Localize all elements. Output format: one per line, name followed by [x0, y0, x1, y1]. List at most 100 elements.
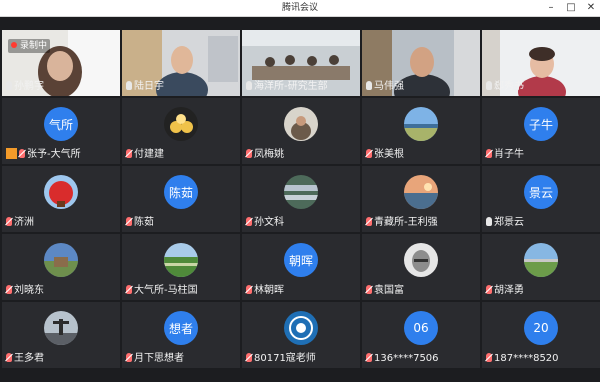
- participant-name: 青藏所-王利强: [366, 216, 438, 230]
- participant-tile[interactable]: 刘晓东: [2, 234, 120, 300]
- avatar: [284, 107, 318, 141]
- record-icon: [11, 42, 17, 48]
- minimize-icon[interactable]: –: [541, 0, 561, 16]
- avatar: [404, 107, 438, 141]
- mic-muted-icon: [366, 353, 372, 362]
- avatar: [44, 243, 78, 277]
- participant-name: 王多君: [6, 352, 44, 366]
- participant-name: 孙文科: [246, 216, 284, 230]
- avatar: [284, 311, 318, 345]
- participant-tile[interactable]: 孙文科: [242, 166, 360, 232]
- mic-muted-icon: [126, 217, 132, 226]
- mic-muted-icon: [126, 285, 132, 294]
- participant-tile[interactable]: 06 136****7506: [362, 302, 480, 368]
- mic-muted-icon: [246, 353, 252, 362]
- mic-icon: [486, 81, 492, 90]
- participant-tile[interactable]: 大气所-马柱国: [122, 234, 240, 300]
- participant-name: 海洋所-研究生部: [246, 80, 328, 94]
- participant-tile[interactable]: 付建建: [122, 98, 240, 164]
- window-title: 腾讯会议: [281, 3, 318, 13]
- participant-name: 林朝晖: [246, 284, 284, 298]
- mic-muted-icon: [126, 353, 132, 362]
- mic-muted-icon: [486, 149, 492, 158]
- recording-label: 录制中: [20, 41, 48, 51]
- participant-tile[interactable]: 录制中 孙鹏宇: [2, 30, 120, 96]
- participant-tile[interactable]: 袁国富: [362, 234, 480, 300]
- avatar: 想者: [164, 311, 198, 345]
- participant-grid: 录制中 孙鹏宇 陆日宇 海洋所-研究生部 马伟强 郄秀书 气所 张予-大气所 付…: [0, 30, 600, 370]
- avatar: 06: [404, 311, 438, 345]
- mic-muted-icon: [246, 217, 252, 226]
- participant-tile[interactable]: 胡泽勇: [482, 234, 600, 300]
- participant-tile[interactable]: 20 187****8520: [482, 302, 600, 368]
- participant-name: 郄秀书: [486, 80, 524, 94]
- participant-tile[interactable]: 王多君: [2, 302, 120, 368]
- participant-name: 136****7506: [366, 352, 439, 366]
- participant-tile[interactable]: 张美根: [362, 98, 480, 164]
- participant-tile[interactable]: 80171寇老师: [242, 302, 360, 368]
- participant-tile[interactable]: 气所 张予-大气所: [2, 98, 120, 164]
- mic-icon: [6, 81, 12, 90]
- participant-name: 80171寇老师: [246, 352, 316, 366]
- participant-name: 187****8520: [486, 352, 559, 366]
- recording-indicator: 录制中: [8, 39, 51, 53]
- avatar: [164, 107, 198, 141]
- title-bar: 腾讯会议 – □ ✕: [0, 0, 600, 17]
- avatar: [404, 243, 438, 277]
- participant-name: 陈茹: [126, 216, 154, 230]
- mic-muted-icon: [126, 149, 132, 158]
- mic-muted-icon: [366, 217, 372, 226]
- mic-icon: [126, 81, 132, 90]
- participant-name: 张予-大气所: [6, 148, 81, 162]
- participant-tile[interactable]: 凤梅姚: [242, 98, 360, 164]
- mic-muted-icon: [486, 353, 492, 362]
- avatar: [44, 311, 78, 345]
- participant-name: 凤梅姚: [246, 148, 284, 162]
- participant-tile[interactable]: 景云 郑景云: [482, 166, 600, 232]
- avatar: [524, 243, 558, 277]
- participant-name: 胡泽勇: [486, 284, 524, 298]
- participant-tile[interactable]: 青藏所-王利强: [362, 166, 480, 232]
- participant-tile[interactable]: 想者 月下思想者: [122, 302, 240, 368]
- participant-name: 济洲: [6, 216, 34, 230]
- mic-muted-icon: [366, 149, 372, 158]
- avatar: 子牛: [524, 107, 558, 141]
- participant-tile[interactable]: 郄秀书: [482, 30, 600, 96]
- participant-tile[interactable]: 朝晖 林朝晖: [242, 234, 360, 300]
- mic-muted-icon: [246, 285, 252, 294]
- mic-muted-icon: [6, 285, 12, 294]
- avatar: [44, 175, 78, 209]
- participant-name: 袁国富: [366, 284, 404, 298]
- participant-name: 孙鹏宇: [6, 80, 44, 94]
- maximize-icon[interactable]: □: [561, 0, 581, 16]
- participant-name: 肖子牛: [486, 148, 524, 162]
- mic-muted-icon: [486, 285, 492, 294]
- close-icon[interactable]: ✕: [581, 0, 600, 16]
- avatar: 陈茹: [164, 175, 198, 209]
- participant-name: 张美根: [366, 148, 404, 162]
- avatar: 20: [524, 311, 558, 345]
- mic-muted-icon: [246, 149, 252, 158]
- mic-muted-icon: [19, 149, 25, 158]
- mic-icon: [246, 81, 252, 90]
- participant-name: 付建建: [126, 148, 164, 162]
- participant-tile[interactable]: 子牛 肖子牛: [482, 98, 600, 164]
- mic-muted-icon: [366, 285, 372, 294]
- mic-icon: [486, 217, 492, 226]
- participant-tile[interactable]: 陈茹 陈茹: [122, 166, 240, 232]
- avatar: 景云: [524, 175, 558, 209]
- participant-tile[interactable]: 济洲: [2, 166, 120, 232]
- mic-icon: [366, 81, 372, 90]
- avatar: 气所: [44, 107, 78, 141]
- participant-name: 马伟强: [366, 80, 404, 94]
- mic-muted-icon: [6, 353, 12, 362]
- participant-name: 郑景云: [486, 216, 524, 230]
- avatar: 朝晖: [284, 243, 318, 277]
- participant-tile[interactable]: 海洋所-研究生部: [242, 30, 360, 96]
- participant-tile[interactable]: 马伟强: [362, 30, 480, 96]
- participant-tile[interactable]: 陆日宇: [122, 30, 240, 96]
- participant-name: 大气所-马柱国: [126, 284, 198, 298]
- host-badge-icon: [6, 148, 17, 159]
- participant-name: 陆日宇: [126, 80, 164, 94]
- avatar: [164, 243, 198, 277]
